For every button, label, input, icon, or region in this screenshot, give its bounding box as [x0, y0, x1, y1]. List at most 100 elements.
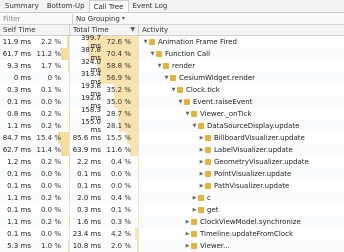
total-time-percent: 0.3 %	[101, 218, 131, 226]
yellow-folder-icon	[191, 219, 197, 225]
self-time-cell: 0.1 ms0.0 %	[0, 204, 70, 216]
column-header-self-time[interactable]: Self Time	[0, 25, 70, 35]
activity-label: Viewer._onTick	[200, 110, 252, 118]
tree-row[interactable]: 1.2 ms0.2 %2.2 ms0.4 %▶GeometryVisualize…	[0, 156, 344, 168]
activity-label: LabelVisualizer.update	[214, 146, 293, 154]
self-time-cell: 9.3 ms1.7 %	[0, 60, 70, 72]
total-time-percent: 0.0 %	[101, 182, 131, 190]
expand-closed-icon[interactable]: ▶	[191, 207, 198, 213]
total-time-percent: 72.6 %	[101, 38, 131, 46]
activity-label: PathVisualizer.update	[214, 182, 289, 190]
tree-row[interactable]: 0.1 ms0.0 %0.1 ms0.0 %▶PointVisualizer.u…	[0, 168, 344, 180]
self-time-percent: 2.2 %	[31, 38, 61, 46]
grouping-select[interactable]: No Grouping ▾	[75, 15, 125, 23]
tree-row[interactable]: 61.7 ms11.2 %387.8 ms70.4 %▼Function Cal…	[0, 48, 344, 60]
tree-row[interactable]: 0.3 ms0.1 %193.8 ms35.2 %▼Clock.tick	[0, 84, 344, 96]
tree-row[interactable]: 11.9 ms2.2 %399.7 ms72.6 %▼Animation Fra…	[0, 36, 344, 48]
activity-label: GeometryVisualizer.update	[214, 158, 309, 166]
activity-cell: ▶BillboardVisualizer.update	[139, 132, 344, 144]
column-header-activity[interactable]: Activity	[139, 25, 344, 35]
tree-row[interactable]: 0 ms0 %313.4 ms56.9 %▼CesiumWidget.rende…	[0, 72, 344, 84]
expand-closed-icon[interactable]: ▶	[198, 183, 205, 189]
expand-closed-icon[interactable]: ▶	[184, 231, 191, 237]
expand-open-icon[interactable]: ▼	[184, 111, 191, 117]
self-time-bar	[68, 240, 69, 252]
expand-open-icon[interactable]: ▼	[177, 99, 184, 105]
self-time-percent: 0.2 %	[31, 194, 61, 202]
self-time-cell: 0.1 ms0.0 %	[0, 228, 70, 240]
total-time-percent: 11.6 %	[101, 146, 131, 154]
total-time-percent: 28.7 %	[101, 110, 131, 118]
self-time-percent: 0.2 %	[31, 110, 61, 118]
activity-cell: ▼ Viewer._onTick	[139, 108, 344, 120]
filter-input[interactable]	[0, 14, 70, 24]
self-time-ms: 61.7 ms	[0, 50, 31, 58]
activity-cell: ▶Timeline.updateFromClock	[139, 228, 344, 240]
expand-closed-icon[interactable]: ▶	[184, 219, 191, 225]
expand-closed-icon[interactable]: ▶	[198, 171, 205, 177]
yellow-folder-icon	[156, 51, 162, 57]
activity-label: Viewer...	[200, 242, 230, 250]
self-time-ms: 0.1 ms	[0, 230, 31, 238]
expand-closed-icon[interactable]: ▶	[198, 135, 205, 141]
yellow-folder-icon	[191, 231, 197, 237]
yellow-folder-icon	[163, 63, 169, 69]
tree-row[interactable]: 84.7 ms15.4 %85.6 ms15.5 %▶BillboardVisu…	[0, 132, 344, 144]
total-time-ms: 85.6 ms	[70, 134, 101, 142]
self-time-cell: 1.1 ms0.2 %	[0, 216, 70, 228]
yellow-folder-icon	[198, 123, 204, 129]
tree-row[interactable]: 1.1 ms0.2 %2.0 ms0.4 %▶c	[0, 192, 344, 204]
total-time-percent: 58.8 %	[101, 62, 131, 70]
self-time-cell: 0 ms0 %	[0, 72, 70, 84]
expand-closed-icon[interactable]: ▶	[191, 195, 198, 201]
self-time-cell: 0.1 ms0.0 %	[0, 168, 70, 180]
tree-row[interactable]: 9.3 ms1.7 %324.0 ms58.8 %▼render	[0, 60, 344, 72]
tree-row[interactable]: 62.7 ms11.4 %63.9 ms11.6 %▶LabelVisualiz…	[0, 144, 344, 156]
expand-open-icon[interactable]: ▼	[156, 63, 163, 69]
tab-summary[interactable]: Summary	[1, 0, 43, 12]
total-time-ms: 23.4 ms	[70, 230, 101, 238]
total-time-cell: 85.6 ms15.5 %	[70, 132, 139, 144]
tree-row[interactable]: 0.1 ms0.0 %0.3 ms0.1 %▶get	[0, 204, 344, 216]
total-time-percent: 56.9 %	[101, 74, 131, 82]
activity-cell: ▶get	[139, 204, 344, 216]
tree-row[interactable]: 1.1 ms0.2 %155.0 ms28.1 %▼DataSourceDisp…	[0, 120, 344, 132]
expand-open-icon[interactable]: ▼	[170, 87, 177, 93]
expand-open-icon[interactable]: ▼	[149, 51, 156, 57]
activity-label: Animation Frame Fired	[158, 38, 237, 46]
expand-open-icon[interactable]: ▼	[142, 39, 149, 45]
expand-closed-icon[interactable]: ▶	[198, 159, 205, 165]
activity-cell: ▶PointVisualizer.update	[139, 168, 344, 180]
expand-closed-icon[interactable]: ▶	[198, 147, 205, 153]
total-time-percent: 2.0 %	[101, 242, 131, 250]
tree-row[interactable]: 0.1 ms0.0 %0.1 ms0.0 %▶PathVisualizer.up…	[0, 180, 344, 192]
tree-row[interactable]: 0.8 ms0.2 %158.3 ms28.7 %▼Viewer._onTick	[0, 108, 344, 120]
yellow-folder-icon	[205, 147, 211, 153]
expand-closed-icon[interactable]: ▶	[184, 243, 191, 249]
total-time-cell: 155.0 ms28.1 %	[70, 120, 139, 132]
tab-call-tree[interactable]: Call Tree	[89, 0, 129, 12]
tree-row[interactable]: 1.1 ms0.2 %1.6 ms0.3 %▶ClockViewModel.sy…	[0, 216, 344, 228]
yellow-folder-icon	[184, 99, 190, 105]
tree-row[interactable]: 0.1 ms0.0 %23.4 ms4.2 %▶Timeline.updateF…	[0, 228, 344, 240]
tab-bottom-up[interactable]: Bottom-Up	[43, 0, 89, 12]
yellow-folder-icon	[198, 195, 204, 201]
self-time-percent: 1.7 %	[31, 62, 61, 70]
activity-label: render	[172, 62, 195, 70]
expand-open-icon[interactable]: ▼	[191, 123, 198, 129]
self-time-percent: 0.0 %	[31, 182, 61, 190]
total-time-ms: 1.6 ms	[70, 218, 101, 226]
tree-row[interactable]: 0.1 ms0.0 %192.6 ms35.0 %▼Event.raiseEve…	[0, 96, 344, 108]
total-time-percent: 0.0 %	[101, 170, 131, 178]
tree-row[interactable]: 5.3 ms1.0 %10.8 ms2.0 %▶Viewer...	[0, 240, 344, 252]
total-time-ms: 10.8 ms	[70, 242, 101, 250]
self-time-percent: 15.4 %	[31, 134, 61, 142]
self-time-ms: 1.1 ms	[0, 194, 31, 202]
activity-cell: ▶c	[139, 192, 344, 204]
self-time-cell: 61.7 ms11.2 %	[0, 48, 70, 60]
self-time-percent: 0.1 %	[31, 86, 61, 94]
expand-open-icon[interactable]: ▼	[163, 75, 170, 81]
tab-event-log[interactable]: Event Log	[129, 0, 172, 12]
self-time-ms: 0.1 ms	[0, 206, 31, 214]
self-time-percent: 1.0 %	[31, 242, 61, 250]
